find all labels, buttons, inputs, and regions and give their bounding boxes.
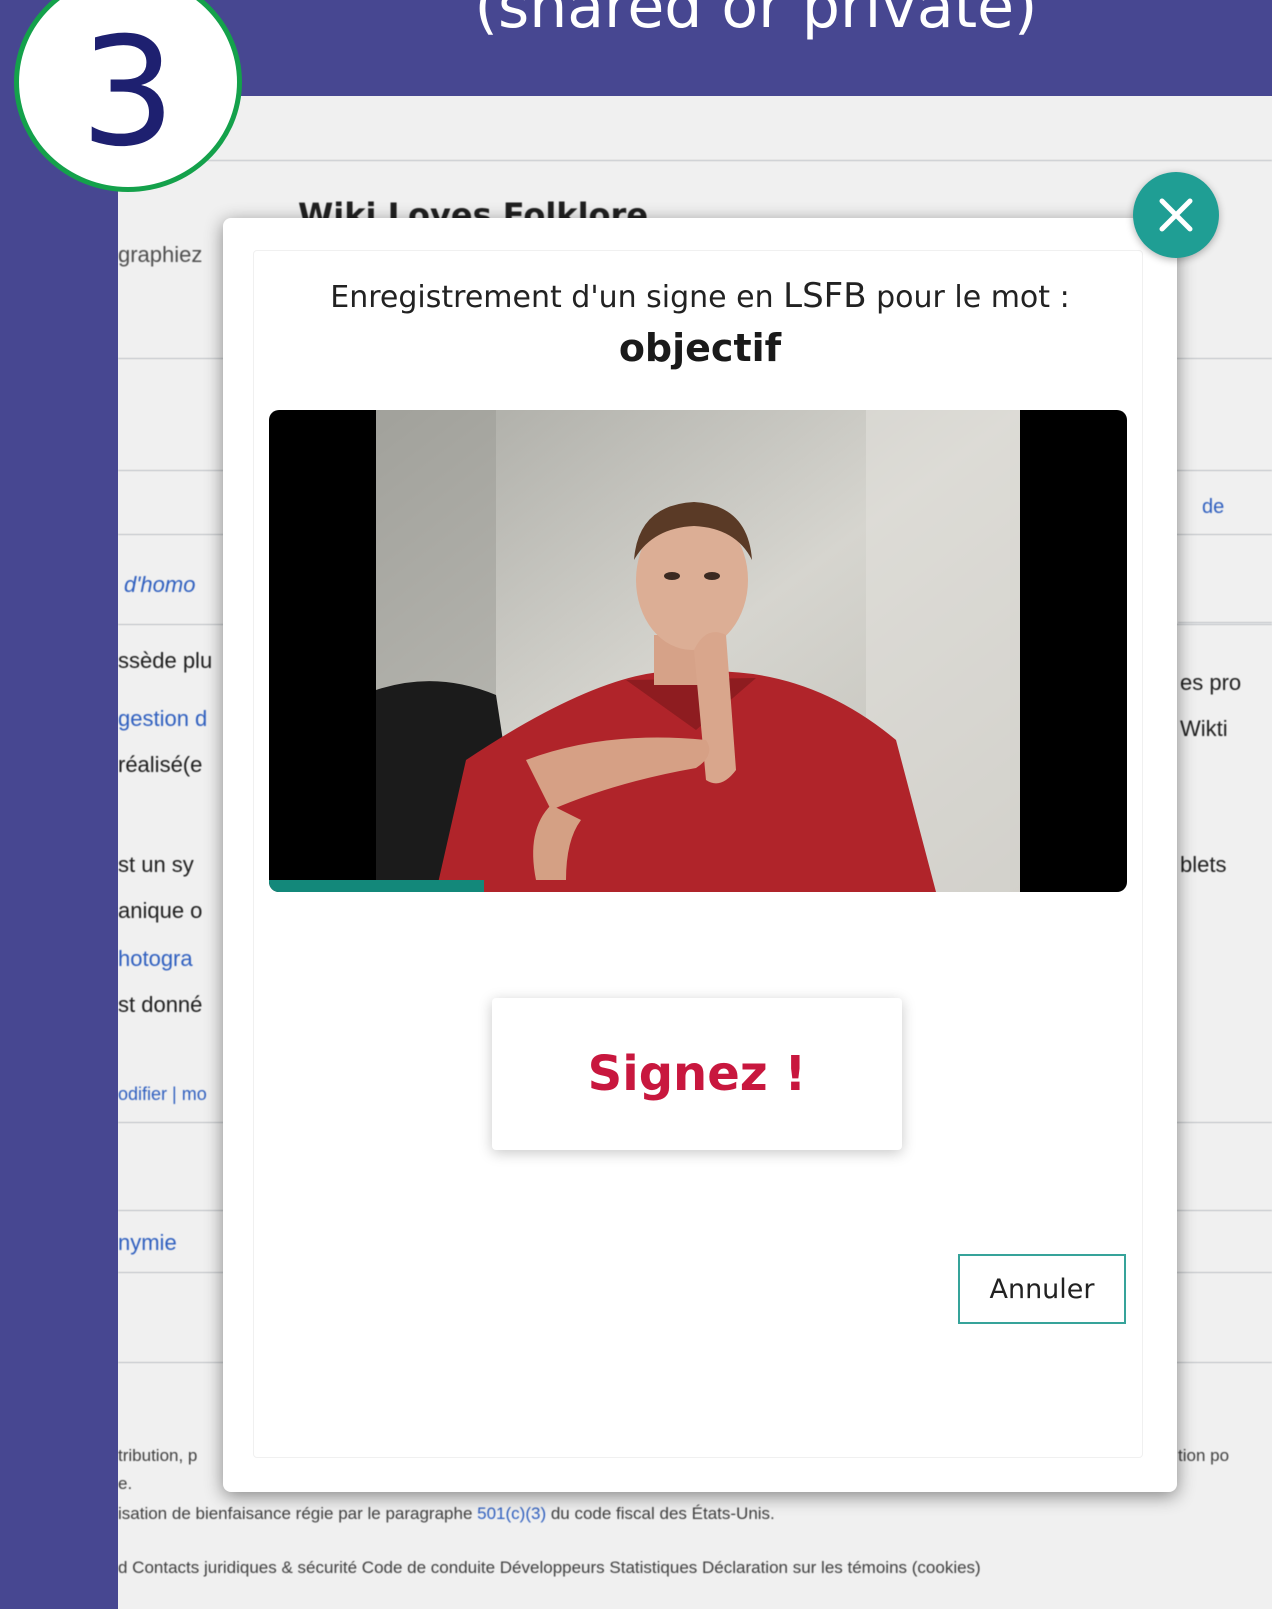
recording-progress-fill bbox=[269, 880, 484, 892]
close-dialog-button[interactable] bbox=[1133, 172, 1219, 258]
target-word: objectif bbox=[618, 326, 782, 370]
webcam-video[interactable] bbox=[269, 410, 1127, 892]
cancel-button[interactable]: Annuler bbox=[958, 1254, 1126, 1324]
recording-progress-bar bbox=[269, 880, 1127, 892]
slide-title: (shared or private) bbox=[474, 0, 1038, 42]
sign-now-button[interactable]: Signez ! bbox=[492, 998, 902, 1150]
record-sign-dialog: Enregistrement d'un signe en LSFB pour l… bbox=[223, 218, 1177, 1492]
sign-language-name: LSFB bbox=[783, 276, 867, 316]
close-icon bbox=[1159, 198, 1193, 232]
webcam-frame bbox=[376, 410, 1020, 892]
prompt-prefix: Enregistrement d'un signe en bbox=[330, 280, 784, 315]
dialog-prompt: Enregistrement d'un signe en LSFB pour l… bbox=[223, 276, 1177, 316]
prompt-suffix: pour le mot : bbox=[866, 280, 1070, 315]
